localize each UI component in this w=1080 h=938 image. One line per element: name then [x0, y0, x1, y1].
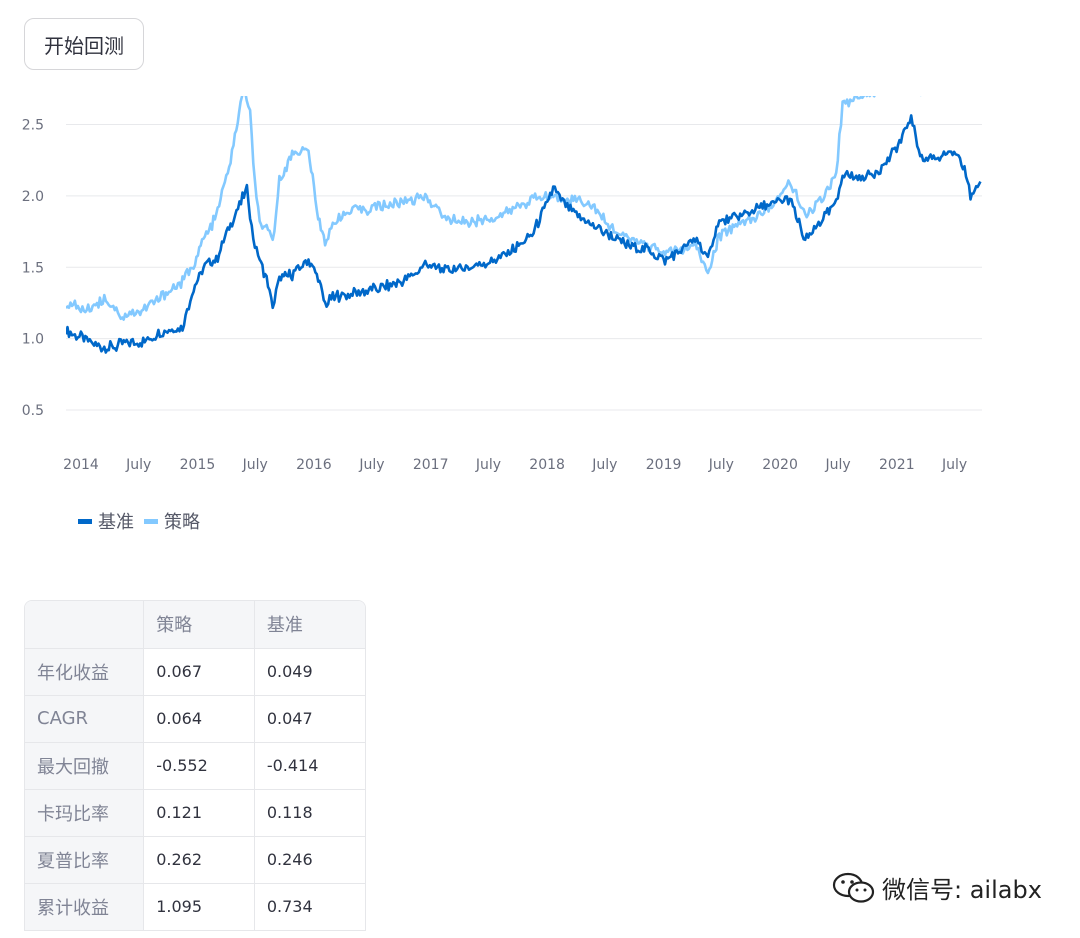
column-header-strategy[interactable]: 策略 [143, 601, 255, 649]
cell-strategy: 0.064 [143, 695, 255, 743]
table-row: 卡玛比率 0.121 0.118 [25, 789, 365, 837]
y-tick-label: 2.5 [22, 118, 44, 134]
cell-benchmark: 0.118 [254, 789, 365, 837]
table-row: 累计收益 1.095 0.734 [25, 883, 365, 931]
legend-swatch-benchmark [78, 518, 92, 524]
cell-strategy: 1.095 [143, 883, 255, 931]
watermark-text: 微信号: ailabx [882, 876, 1042, 904]
x-tick-label: July [125, 457, 151, 473]
cell-benchmark: 0.049 [254, 648, 365, 696]
y-tick-label: 1.0 [22, 332, 44, 348]
y-tick-label: 0.5 [22, 403, 44, 419]
row-label: 卡玛比率 [25, 789, 145, 837]
metrics-table: 策略 基准 年化收益 0.067 0.049 CAGR 0.064 0.047 … [24, 600, 366, 931]
y-tick-label: 1.5 [22, 260, 44, 276]
legend-label-strategy: 策略 [164, 512, 200, 533]
cell-benchmark: 0.734 [254, 883, 365, 931]
y-tick-label: 2.0 [22, 189, 44, 205]
row-label: 夏普比率 [25, 836, 145, 884]
x-tick-label: July [242, 457, 268, 473]
x-tick-label: 2019 [646, 457, 682, 473]
row-label: CAGR [25, 695, 145, 743]
row-label: 年化收益 [25, 648, 145, 696]
table-corner-cell [25, 601, 145, 649]
x-tick-label: 2017 [413, 457, 449, 473]
legend-item-benchmark[interactable]: 基准 [78, 508, 134, 534]
row-label: 最大回撤 [25, 742, 145, 790]
x-tick-label: 2020 [762, 457, 798, 473]
cell-strategy: 0.262 [143, 836, 255, 884]
x-tick-label: July [708, 457, 734, 473]
legend-item-strategy[interactable]: 策略 [144, 508, 200, 534]
table-row: 夏普比率 0.262 0.246 [25, 836, 365, 884]
series-line-benchmark [66, 114, 982, 354]
x-tick-label: 2018 [529, 457, 565, 473]
backtest-line-chart: 0.5 1.0 1.5 2.0 2.5 2014 July 2015 July 2016 July 2… [22, 96, 982, 473]
chart-legend: 基准 策略 [78, 508, 210, 534]
table-row: 最大回撤 -0.552 -0.414 [25, 742, 365, 790]
x-tick-label: July [591, 457, 617, 473]
cell-benchmark: -0.414 [254, 742, 365, 790]
x-tick-label: 2021 [879, 457, 915, 473]
table-row: CAGR 0.064 0.047 [25, 695, 365, 743]
x-tick-label: 2014 [63, 457, 99, 473]
table-row: 年化收益 0.067 0.049 [25, 648, 365, 696]
x-tick-label: July [825, 457, 851, 473]
cell-strategy: 0.121 [143, 789, 255, 837]
cell-strategy: -0.552 [143, 742, 255, 790]
series-line-strategy [66, 96, 922, 321]
cell-benchmark: 0.047 [254, 695, 365, 743]
watermark: 微信号: ailabx [832, 870, 1042, 905]
column-header-benchmark[interactable]: 基准 [254, 601, 365, 649]
cell-strategy: 0.067 [143, 648, 255, 696]
x-tick-label: July [941, 457, 967, 473]
row-label: 累计收益 [25, 883, 145, 931]
table-header-row: 策略 基准 [25, 601, 365, 649]
x-tick-label: July [475, 457, 501, 473]
run-backtest-button[interactable]: 开始回测 [24, 18, 144, 70]
legend-label-benchmark: 基准 [98, 512, 134, 533]
x-tick-label: 2015 [180, 457, 216, 473]
x-tick-label: 2016 [296, 457, 332, 473]
wechat-icon [832, 872, 875, 903]
cell-benchmark: 0.246 [254, 836, 365, 884]
x-tick-label: July [358, 457, 384, 473]
legend-swatch-strategy [144, 518, 158, 524]
